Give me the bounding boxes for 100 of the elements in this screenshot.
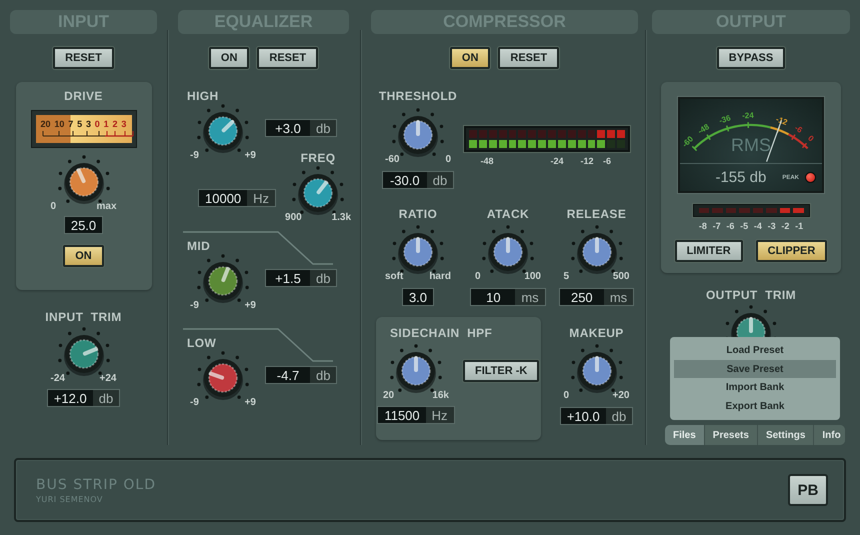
value-display: 3.0 (402, 288, 434, 306)
meter-watermark: RMS (731, 135, 771, 155)
tab[interactable]: Files (665, 425, 705, 445)
unit-label: db (315, 367, 332, 383)
plugin-title: BUS STRIP OLD (36, 476, 156, 492)
scale-label: -24 (742, 110, 754, 120)
scale-label: 0 (445, 154, 451, 165)
scale-label: -6 (793, 123, 804, 135)
scale-label: -8 (698, 221, 708, 231)
scale-label: -60 (385, 154, 400, 165)
scale-label: 0 (806, 134, 816, 144)
scale-label: 0 (475, 271, 481, 282)
toggle-button[interactable]: RESET (53, 47, 114, 69)
unit-label: db (610, 408, 628, 424)
toggle-button[interactable]: LIMITER (674, 240, 743, 262)
scale-label: 5 (77, 119, 82, 129)
scale-label: 1 (104, 119, 109, 129)
readout-value: 10 (471, 289, 516, 305)
scale-label: 10 (54, 119, 64, 129)
menu-item[interactable]: Load Preset (674, 341, 836, 360)
scale-label: -9 (190, 300, 199, 311)
unit-label: Hz (252, 190, 270, 206)
scale-label: -1 (794, 221, 804, 231)
scale-label: max (96, 201, 116, 212)
scale-label: 3 (86, 119, 91, 129)
scale-label: 7 (68, 119, 74, 129)
scale-label: 900 (285, 212, 302, 223)
unit-label: Hz (430, 407, 449, 423)
scale-label: 3 (121, 119, 126, 129)
scale-label: 100 (524, 271, 541, 282)
control-label: FREQ (300, 151, 336, 165)
scale-label: -7 (712, 221, 722, 231)
scale-label: 20 (383, 390, 394, 401)
pb-button[interactable]: PB (788, 474, 828, 506)
readout-value: 250 (560, 289, 604, 305)
readout-value: +10.0 (560, 408, 606, 424)
scale-label: 0 (564, 390, 570, 401)
readout-value: +12.0 (48, 390, 93, 406)
control-label: MAKEUP (569, 326, 624, 340)
toggle-button[interactable]: RESET (257, 47, 318, 69)
control-label: SIDECHAIN HPF (390, 326, 492, 340)
scale-label: hard (429, 271, 451, 282)
scale-label: +20 (612, 390, 630, 401)
unit-label: db (315, 270, 332, 286)
menu-item[interactable]: Import Bank (674, 378, 836, 398)
scale-label: -6 (602, 156, 612, 166)
unit-label: ms (520, 289, 540, 305)
readout-value: -4.7 (266, 367, 310, 383)
control-label: OUTPUT TRIM (706, 288, 796, 302)
scale-label: -48 (696, 122, 711, 136)
scale-label: -24 (50, 373, 65, 384)
unit-label: ms (608, 289, 628, 305)
scale-label: -60 (680, 134, 695, 149)
scale-label: -12 (579, 156, 594, 166)
unit-label: db (315, 120, 332, 136)
scale-label: +9 (244, 150, 256, 161)
scale-label: -6 (725, 221, 736, 231)
value-display: 25.0 (64, 216, 104, 234)
readout-value: +3.0 (266, 120, 310, 136)
control-label: INPUT TRIM (45, 310, 122, 324)
scale-label: 20 (40, 119, 51, 129)
control-label: ATACK (486, 207, 530, 221)
readout-value: 10000 (199, 190, 248, 206)
readout-value: +1.5 (266, 270, 310, 286)
scale-label: -9 (190, 150, 199, 161)
scale-label: -24 (549, 156, 564, 166)
control-label: MID (187, 239, 212, 253)
control-label: HIGH (187, 89, 220, 103)
scale-label: 16k (432, 390, 449, 401)
scale-label: -36 (718, 113, 732, 126)
control-label: THRESHOLD (378, 89, 458, 103)
toggle-button[interactable]: BYPASS (716, 47, 786, 69)
control-label: RATIO (398, 207, 438, 221)
scale-label: 0 (50, 201, 56, 212)
scale-label: 0 (94, 119, 100, 129)
toggle-button[interactable]: ON (208, 47, 250, 69)
author-name: YURI SEMENOV (36, 494, 104, 504)
readout-value: -30.0 (382, 172, 427, 188)
control-label: RELEASE (566, 207, 626, 221)
toggle-button[interactable]: RESET (498, 47, 560, 69)
toggle-button[interactable]: ON (450, 47, 490, 69)
toggle-button[interactable]: CLIPPER (756, 240, 828, 262)
scale-label: 2 (112, 119, 118, 129)
scale-label: -4 (752, 221, 763, 231)
scale-label: 5 (564, 271, 570, 282)
scale-label: -2 (780, 221, 790, 231)
scale-label: +9 (244, 300, 256, 311)
toggle-button[interactable]: ON (63, 245, 104, 267)
meter-reading: -155 db (715, 169, 766, 186)
scale-label: -5 (739, 221, 750, 231)
scale-label: 1.3k (332, 212, 352, 223)
toggle-button[interactable]: FILTER -K (463, 360, 540, 382)
unit-label: db (98, 390, 114, 406)
control-label: DRIVE (64, 89, 103, 103)
scale-label: -48 (479, 156, 494, 166)
menu-item[interactable]: Export Bank (674, 397, 836, 416)
scale-label: -3 (766, 221, 777, 231)
scale-label: -9 (190, 397, 199, 408)
unit-label: db (432, 172, 448, 188)
readout-value: 11500 (378, 407, 426, 423)
